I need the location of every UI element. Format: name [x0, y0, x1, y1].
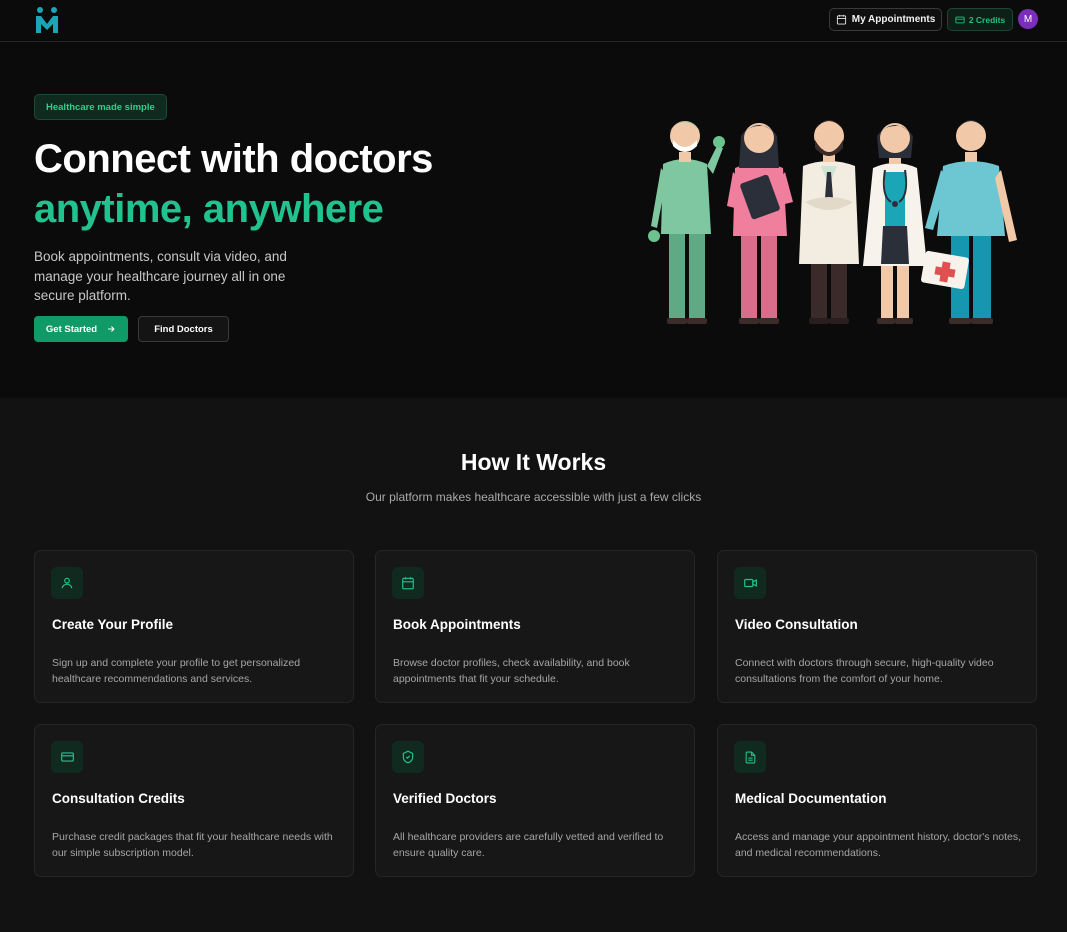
feature-card-medical-documentation: Medical Documentation Access and manage … [717, 724, 1037, 877]
feature-card-video-consultation: Video Consultation Connect with doctors … [717, 550, 1037, 703]
feature-card-title: Create Your Profile [52, 617, 174, 632]
feature-card-verified-doctors: Verified Doctors All healthcare provider… [375, 724, 695, 877]
credits-label: 2 Credits [968, 14, 1006, 25]
get-started-button[interactable]: Get Started [34, 316, 128, 342]
my-appointments-button[interactable]: My Appointments [829, 8, 942, 31]
feature-card-title: Consultation Credits [52, 791, 185, 806]
arrow-right-icon [108, 326, 115, 332]
shield-check-icon [392, 741, 424, 773]
feature-card-description: Access and manage your appointment histo… [735, 831, 1022, 859]
top-navbar: My Appointments 2 Credits M [0, 0, 1067, 42]
hero-title-line2: anytime, anywhere [34, 187, 384, 231]
credit-card-icon [51, 741, 83, 773]
hero-badge: Healthcare made simple [34, 94, 167, 120]
feature-card-description: Sign up and complete your profile to get… [52, 657, 301, 685]
feature-card-description: Connect with doctors through secure, hig… [735, 657, 994, 685]
find-doctors-label: Find Doctors [154, 323, 213, 335]
feature-card-title: Video Consultation [735, 617, 858, 632]
my-appointments-label: My Appointments [851, 14, 936, 25]
how-it-works-title: How It Works [460, 449, 607, 475]
hero-title: Connect with doctors anytime, anywhere [34, 134, 433, 234]
hero-badge-label: Healthcare made simple [46, 101, 155, 113]
user-avatar[interactable]: M [1018, 9, 1038, 29]
doctor-figure-5 [921, 120, 1017, 324]
feature-card-title: Book Appointments [393, 617, 521, 632]
feature-card-create-profile: Create Your Profile Sign up and complete… [34, 550, 354, 703]
doctor-figure-1 [648, 121, 725, 324]
logo-icon[interactable] [34, 6, 60, 34]
credit-card-icon [955, 16, 965, 23]
feature-card-book-appointments: Book Appointments Browse doctor profiles… [375, 550, 695, 703]
calendar-icon [836, 14, 846, 25]
doctor-figure-4 [863, 123, 927, 324]
get-started-label: Get Started [45, 323, 98, 335]
calendar-icon [392, 567, 424, 599]
feature-card-consultation-credits: Consultation Credits Purchase credit pac… [34, 724, 354, 877]
file-text-icon [734, 741, 766, 773]
feature-card-description: All healthcare providers are carefully v… [393, 831, 664, 859]
credits-button[interactable]: 2 Credits [947, 8, 1013, 31]
feature-card-title: Verified Doctors [393, 791, 497, 806]
how-it-works-subtitle: Our platform makes healthcare accessible… [365, 490, 702, 504]
user-icon [51, 567, 83, 599]
feature-card-title: Medical Documentation [735, 791, 887, 806]
doctor-figure-3 [799, 120, 859, 324]
video-icon [734, 567, 766, 599]
doctor-figure-2 [727, 123, 793, 324]
find-doctors-button[interactable]: Find Doctors [138, 316, 229, 342]
avatar-initial: M [1023, 13, 1033, 25]
feature-card-description: Purchase credit packages that fit your h… [52, 831, 333, 859]
hero-description: Book appointments, consult via video, an… [34, 249, 287, 303]
hero-section: Healthcare made simple Connect with doct… [0, 42, 1067, 398]
feature-card-description: Browse doctor profiles, check availabili… [393, 657, 630, 685]
hero-title-line1: Connect with doctors [34, 137, 433, 181]
doctors-illustration [648, 120, 1017, 324]
